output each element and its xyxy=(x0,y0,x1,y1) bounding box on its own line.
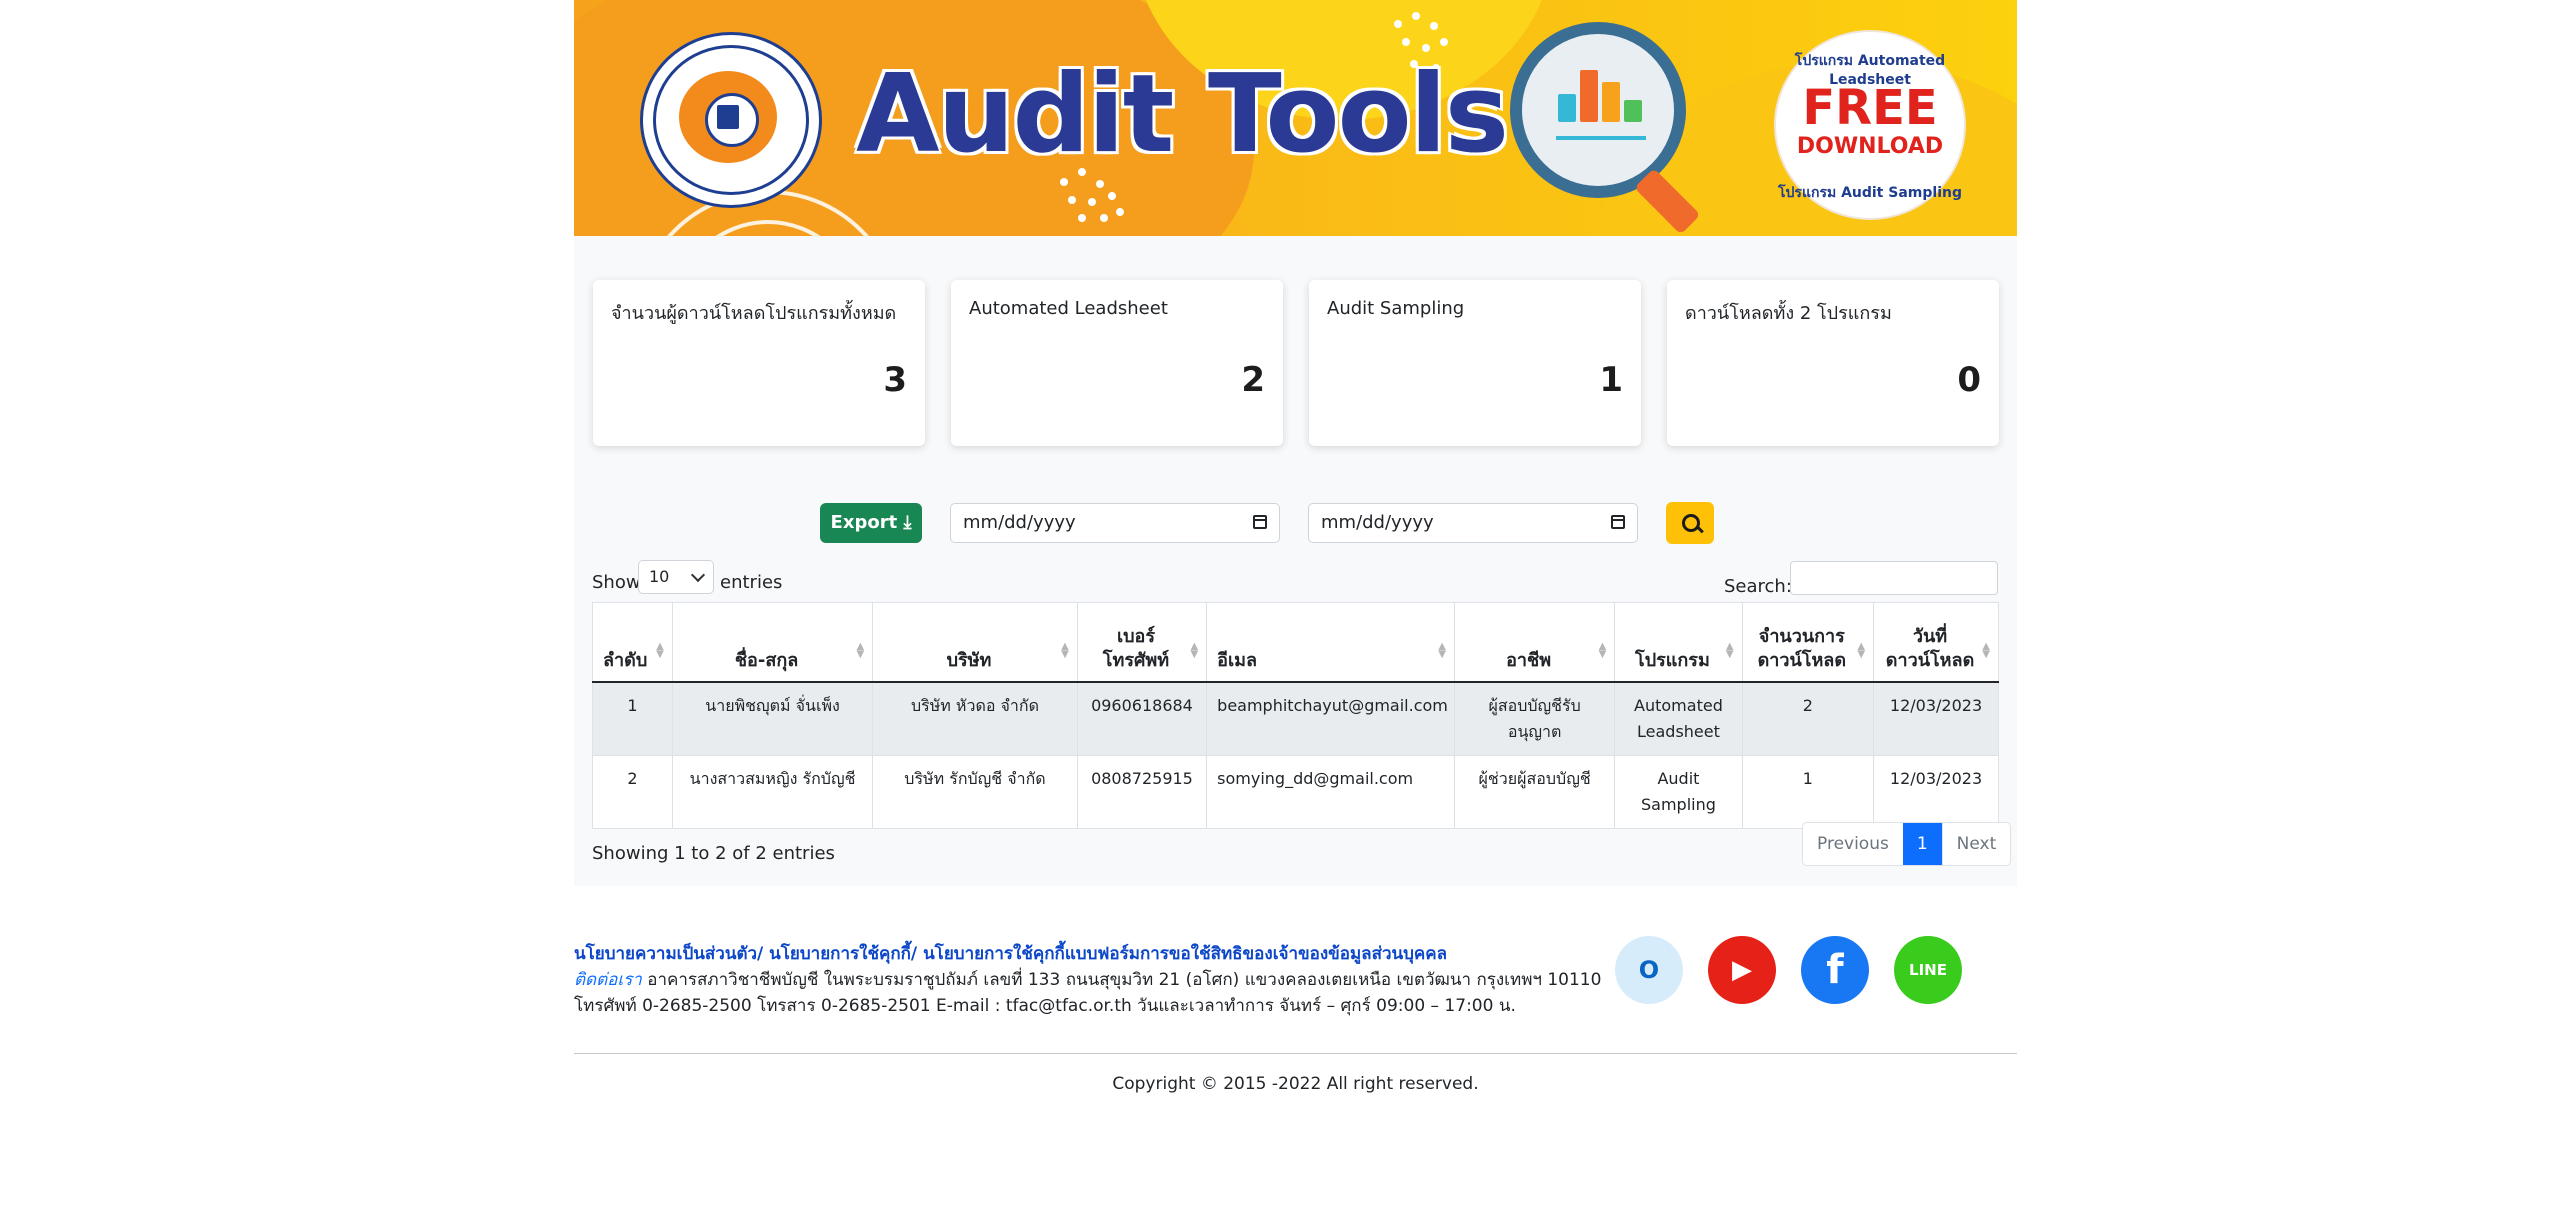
footer-phone: โทรศัพท์ 0-2685-2500 โทรสาร 0-2685-2501 … xyxy=(574,996,1516,1016)
search-label: Search: xyxy=(1724,576,1792,597)
table-info: Showing 1 to 2 of 2 entries xyxy=(592,843,835,864)
entries-label: entries xyxy=(720,572,783,593)
sort-icon: ▲ ▼ xyxy=(1061,641,1069,660)
calendar-icon[interactable] xyxy=(1253,515,1267,529)
sort-icon: ▲ ▼ xyxy=(1190,641,1199,660)
col-header-phone[interactable]: เบอร์ โทรศัพท์ ▲ ▼ xyxy=(1076,602,1208,683)
footer-contact: ติดต่อเรา อาคารสภาวิชาชีพบัญชี ในพระบรมร… xyxy=(574,970,1602,990)
calendar-icon[interactable] xyxy=(1611,515,1625,529)
sort-icon: ▲ ▼ xyxy=(1598,641,1607,660)
search-button[interactable] xyxy=(1666,502,1714,544)
header-banner: Audit Tools โปรแกรม Automated Leadsheet … xyxy=(574,0,2017,236)
sort-icon: ▲ ▼ xyxy=(1857,641,1866,660)
footer-policy-links[interactable]: นโยบายความเป็นส่วนตัว/ นโยบายการใช้คุกกี… xyxy=(574,940,1447,967)
stat-card-both: ดาวน์โหลดทั้ง 2 โปรแกรม 0 xyxy=(1667,280,1999,446)
col-header-email[interactable]: อีเมล ▲ ▼ xyxy=(1206,602,1455,683)
free-download-badge[interactable]: โปรแกรม Automated Leadsheet FREE DOWNLOA… xyxy=(1774,30,1966,220)
outlook-icon[interactable]: O xyxy=(1615,936,1683,1004)
date-from-input[interactable]: mm/dd/yyyy xyxy=(950,503,1280,543)
pagination-page-1[interactable]: 1 xyxy=(1902,823,1942,865)
youtube-icon[interactable]: ▶ xyxy=(1708,936,1776,1004)
export-button[interactable]: Export ⤓ xyxy=(820,503,922,543)
table-row: 1 นายพิชญุตม์ จั่นเพ็ง บริษัท หัวดอ จำกั… xyxy=(592,681,1999,756)
download-icon: ⤓ xyxy=(903,512,912,533)
pagination: Previous 1 Next xyxy=(1802,822,2012,866)
tfac-logo xyxy=(640,32,822,208)
page-length-select[interactable]: 10 xyxy=(638,560,714,594)
col-header-program[interactable]: โปรแกรม ▲ ▼ xyxy=(1614,602,1743,683)
sort-icon: ▲ ▼ xyxy=(1438,641,1446,660)
stat-card-sampling: Audit Sampling 1 xyxy=(1309,280,1641,446)
col-header-company[interactable]: บริษัท ▲ ▼ xyxy=(872,602,1078,683)
search-input[interactable] xyxy=(1790,561,1998,595)
table-header-row: ลำดับ ▲ ▼ ชื่อ-สกุล ▲ ▼ บริษัท ▲ ▼ เบอร์ โท… xyxy=(592,602,1999,683)
col-header-name[interactable]: ชื่อ-สกุล ▲ ▼ xyxy=(671,602,874,683)
footer-divider xyxy=(574,1053,2017,1054)
magnifier-chart-icon xyxy=(1510,22,1686,198)
sort-icon: ▲ ▼ xyxy=(1725,641,1734,660)
sort-icon: ▲ ▼ xyxy=(856,641,865,660)
copyright-text: Copyright © 2015 -2022 All right reserve… xyxy=(1112,1074,1479,1094)
facebook-icon[interactable]: f xyxy=(1801,936,1869,1004)
line-icon[interactable]: LINE xyxy=(1894,936,1962,1004)
chevron-down-icon xyxy=(690,567,706,583)
stat-card-total: จำนวนผู้ดาวน์โหลดโปรแกรมทั้งหมด 3 xyxy=(593,280,925,446)
col-header-no[interactable]: ลำดับ ▲ ▼ xyxy=(592,602,673,683)
banner-title: Audit Tools xyxy=(856,52,1509,177)
date-to-input[interactable]: mm/dd/yyyy xyxy=(1308,503,1638,543)
stat-card-leadsheet: Automated Leadsheet 2 xyxy=(951,280,1283,446)
show-label: Show xyxy=(592,572,641,593)
sort-icon: ▲ ▼ xyxy=(1982,641,1990,660)
main-panel: จำนวนผู้ดาวน์โหลดโปรแกรมทั้งหมด 3 Automa… xyxy=(574,236,2017,886)
col-header-occupation[interactable]: อาชีพ ▲ ▼ xyxy=(1453,602,1616,683)
col-header-date[interactable]: วันที่ ดาวน์โหลด ▲ ▼ xyxy=(1873,602,1999,683)
sort-icon: ▲ ▼ xyxy=(656,641,664,660)
col-header-download-count[interactable]: จำนวนการ ดาวน์โหลด ▲ ▼ xyxy=(1741,602,1875,683)
downloads-table: ลำดับ ▲ ▼ ชื่อ-สกุล ▲ ▼ บริษัท ▲ ▼ เบอร์ โท… xyxy=(592,602,1999,829)
table-row: 2 นางสาวสมหญิง รักบัญชี บริษัท รักบัญชี … xyxy=(592,755,1999,829)
pagination-next[interactable]: Next xyxy=(1941,823,2011,865)
pagination-previous[interactable]: Previous xyxy=(1803,823,1903,865)
contact-link[interactable]: ติดต่อเรา xyxy=(574,970,642,990)
